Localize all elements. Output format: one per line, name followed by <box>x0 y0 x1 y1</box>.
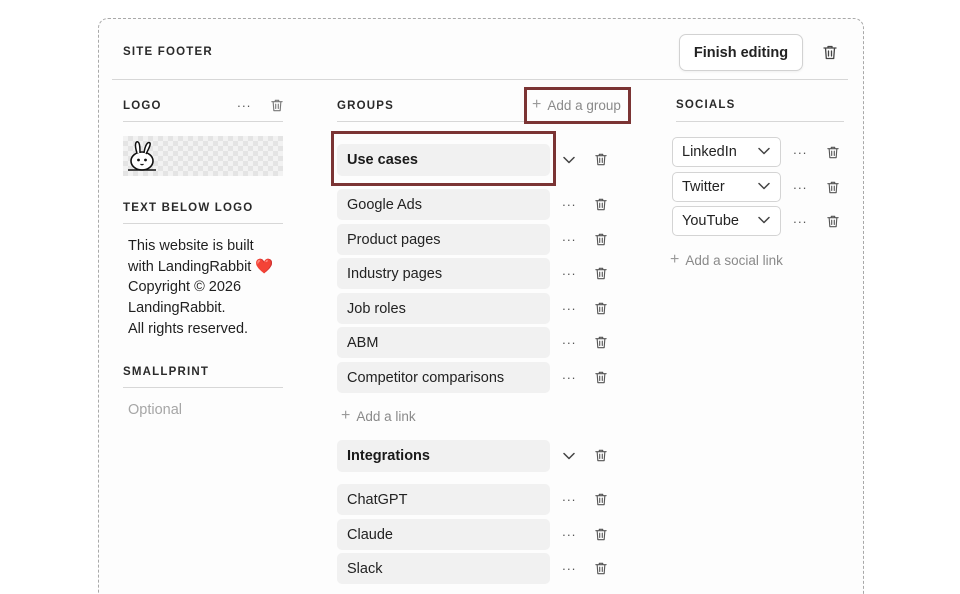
logo-divider <box>123 121 283 122</box>
more-dots-icon[interactable]: ··· <box>562 562 576 575</box>
trash-icon[interactable] <box>594 335 608 350</box>
trash-icon[interactable] <box>594 152 608 167</box>
link-item[interactable]: Competitor comparisons <box>337 362 550 393</box>
link-item[interactable]: Claude <box>337 519 550 550</box>
trash-icon[interactable] <box>594 448 608 463</box>
finish-editing-button[interactable]: Finish editing <box>679 34 803 71</box>
social-select-youtube[interactable]: YouTube <box>672 206 781 236</box>
more-dots-icon[interactable]: ··· <box>562 336 576 349</box>
add-link-label: Add a link <box>356 408 416 424</box>
social-select-linkedin[interactable]: LinkedIn <box>672 137 781 167</box>
more-dots-icon[interactable]: ··· <box>793 215 807 228</box>
socials-label: SOCIALS <box>676 99 736 111</box>
smallprint-divider <box>123 387 283 388</box>
logo-image[interactable] <box>123 136 283 176</box>
text-below-logo-label: TEXT BELOW LOGO <box>123 202 254 214</box>
link-item[interactable]: Product pages <box>337 224 550 255</box>
more-dots-icon[interactable]: ··· <box>562 233 576 246</box>
text-below-logo-divider <box>123 223 283 224</box>
trash-icon[interactable] <box>594 492 608 507</box>
more-dots-icon[interactable]: ··· <box>562 528 576 541</box>
text-line: This website is built <box>128 238 254 254</box>
group-highlight <box>331 131 556 186</box>
smallprint-label: SMALLPRINT <box>123 366 210 378</box>
trash-icon[interactable] <box>594 232 608 247</box>
trash-icon[interactable] <box>826 214 840 229</box>
add-social-link-label: Add a social link <box>685 252 783 268</box>
social-select-value: Twitter <box>682 179 725 195</box>
link-item[interactable]: Industry pages <box>337 258 550 289</box>
trash-icon[interactable] <box>822 44 838 60</box>
text-line: Copyright © 2026 <box>128 279 242 296</box>
social-select-twitter[interactable]: Twitter <box>672 172 781 202</box>
trash-icon[interactable] <box>594 197 608 212</box>
social-select-value: LinkedIn <box>682 144 737 160</box>
text-line: with LandingRabbit ❤️ <box>128 258 274 275</box>
link-item[interactable]: ChatGPT <box>337 484 550 515</box>
trash-icon[interactable] <box>594 527 608 542</box>
more-dots-icon[interactable]: ··· <box>562 267 576 280</box>
chevron-down-icon[interactable] <box>562 450 576 462</box>
plus-icon: + <box>341 407 351 424</box>
trash-icon[interactable] <box>594 370 608 385</box>
smallprint-field[interactable]: Optional <box>128 402 182 418</box>
trash-icon[interactable] <box>594 561 608 576</box>
more-dots-icon[interactable]: ··· <box>562 493 576 506</box>
add-group-highlight <box>524 87 631 124</box>
more-dots-icon[interactable]: ··· <box>237 99 251 112</box>
add-link-button[interactable]: + Add a link <box>341 408 416 424</box>
site-footer-title: SITE FOOTER <box>123 46 213 58</box>
trash-icon[interactable] <box>594 266 608 281</box>
socials-divider <box>676 121 844 122</box>
more-dots-icon[interactable]: ··· <box>562 302 576 315</box>
logo-label: LOGO <box>123 100 162 112</box>
add-social-link-button[interactable]: + Add a social link <box>670 252 783 268</box>
chevron-down-icon <box>758 182 770 190</box>
text-line: LandingRabbit. <box>128 300 226 317</box>
header-divider <box>112 79 848 80</box>
text-line: All rights reserved. <box>128 320 249 337</box>
chevron-down-icon[interactable] <box>562 154 576 166</box>
link-item[interactable]: Job roles <box>337 293 550 324</box>
link-item[interactable]: Slack <box>337 553 550 584</box>
more-dots-icon[interactable]: ··· <box>793 146 807 159</box>
more-dots-icon[interactable]: ··· <box>562 198 576 211</box>
social-select-value: YouTube <box>682 213 739 229</box>
trash-icon[interactable] <box>826 145 840 160</box>
group-header-integrations[interactable]: Integrations <box>337 440 550 472</box>
more-dots-icon[interactable]: ··· <box>562 371 576 384</box>
groups-label: GROUPS <box>337 100 395 112</box>
link-item[interactable]: Google Ads <box>337 189 550 220</box>
more-dots-icon[interactable]: ··· <box>793 181 807 194</box>
text-below-logo-field[interactable]: This website is built with LandingRabbit… <box>128 236 288 340</box>
trash-icon[interactable] <box>826 180 840 195</box>
chevron-down-icon <box>758 147 770 155</box>
link-item[interactable]: ABM <box>337 327 550 358</box>
trash-icon[interactable] <box>594 301 608 316</box>
chevron-down-icon <box>758 216 770 224</box>
plus-icon: + <box>670 251 680 268</box>
trash-icon[interactable] <box>270 98 284 113</box>
rabbit-logo-icon <box>128 141 156 171</box>
